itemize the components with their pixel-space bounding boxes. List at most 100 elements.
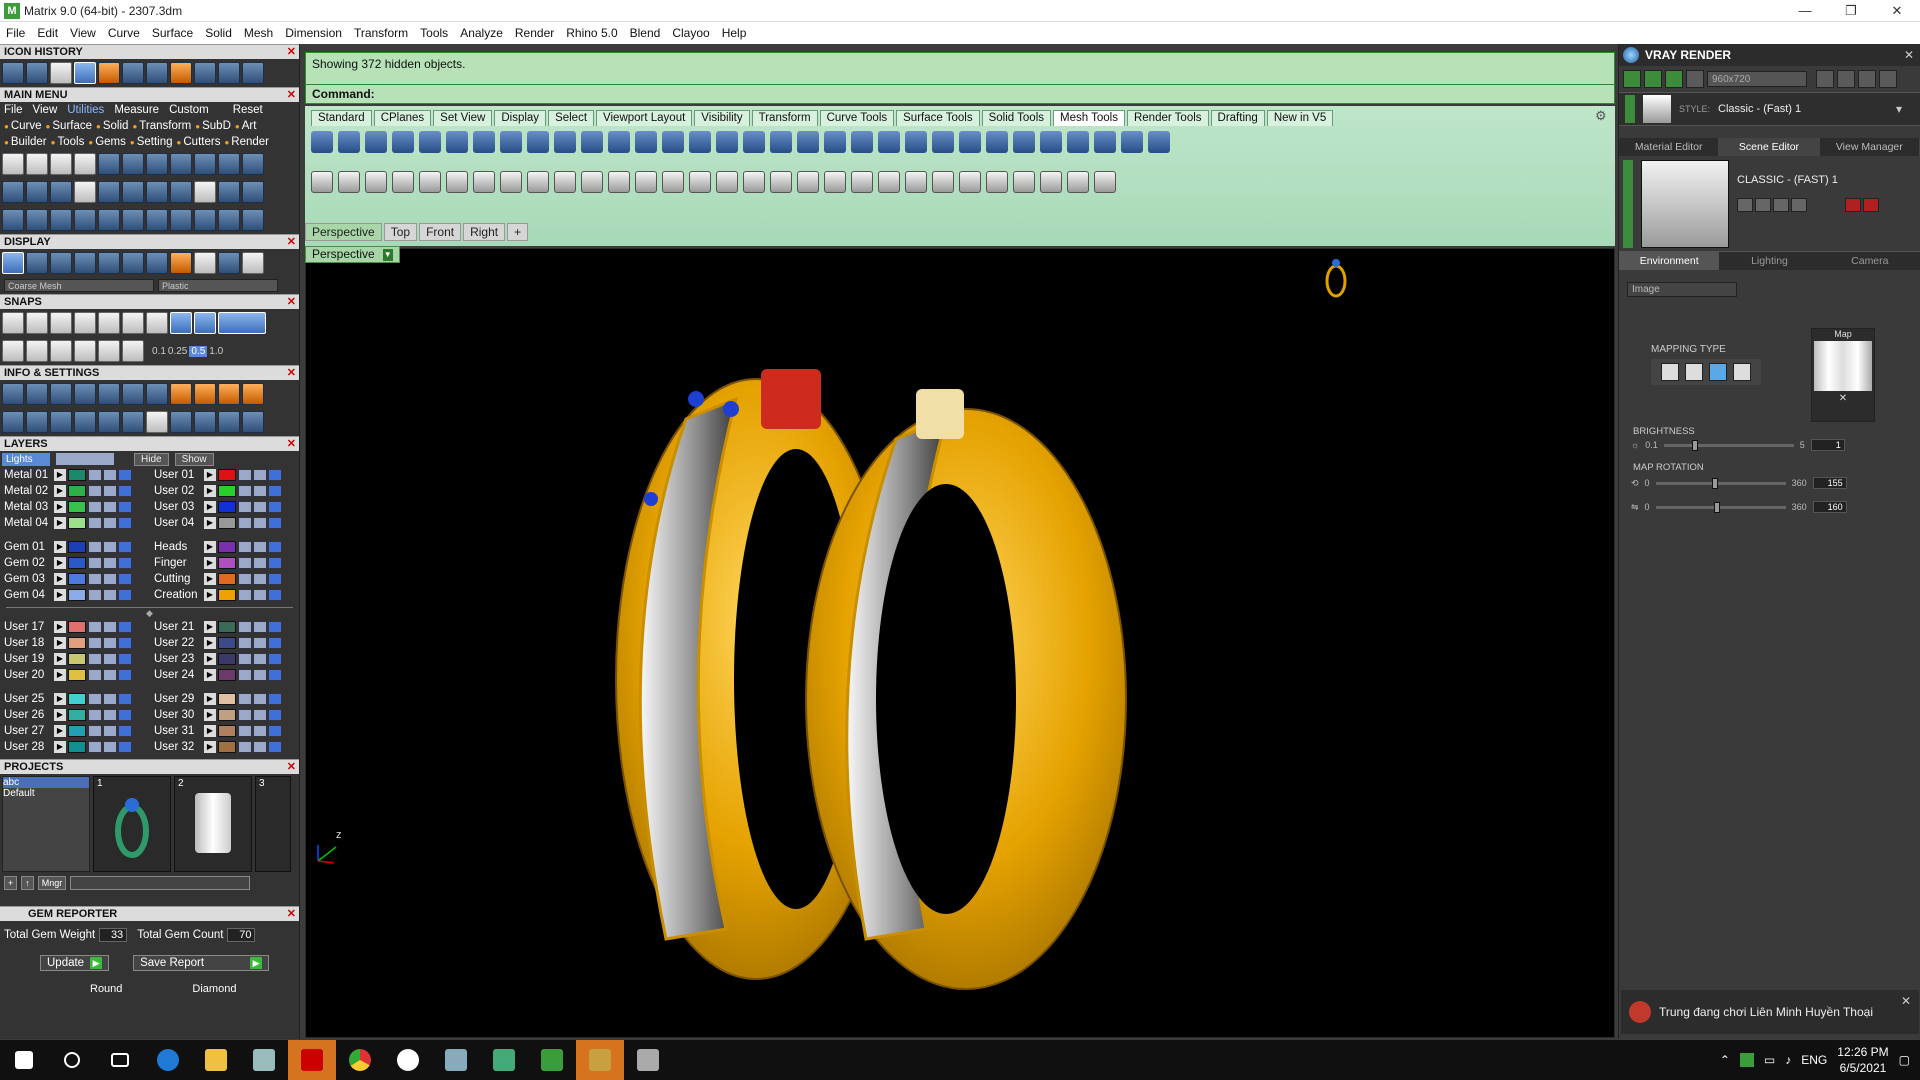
lock-toggle[interactable] [103, 637, 117, 649]
layer-color-swatch[interactable] [68, 557, 86, 569]
mm-file[interactable]: File [4, 104, 23, 116]
standard-tool-icon[interactable] [851, 171, 873, 193]
layer-toggle[interactable] [268, 621, 282, 633]
mesh-tool-icon[interactable] [338, 131, 360, 153]
project-slot-3[interactable]: 3 [255, 776, 291, 872]
chevron-down-icon[interactable]: ▼ [382, 248, 393, 261]
planar-mapping-icon[interactable] [1661, 363, 1679, 381]
material-sphere-icon[interactable] [170, 252, 192, 274]
expand-arrow-icon[interactable]: ▶ [54, 725, 66, 737]
mesh-tool-icon[interactable] [689, 131, 711, 153]
tab-front[interactable]: Front [419, 223, 462, 241]
lock-toggle[interactable] [103, 589, 117, 601]
project-item[interactable]: abc [3, 777, 89, 788]
toolbar-tab[interactable]: Surface Tools [896, 110, 980, 126]
box-mapping-icon[interactable] [1685, 363, 1703, 381]
tool-icon[interactable] [194, 62, 216, 84]
layer-toggle[interactable] [268, 501, 282, 513]
visibility-toggle[interactable] [88, 653, 102, 665]
layer-toggle[interactable] [268, 669, 282, 681]
mm-transform[interactable]: Transform [132, 120, 191, 132]
layer-row[interactable]: User 03 ▶ [152, 499, 299, 515]
layer-toggle[interactable] [118, 741, 132, 753]
minimize-button[interactable]: — [1782, 0, 1828, 22]
tool-icon[interactable] [74, 181, 96, 203]
app-button[interactable] [288, 1040, 336, 1080]
display-mode-icon[interactable] [50, 252, 72, 274]
layer-row[interactable]: Gem 04 ▶ [2, 587, 152, 603]
standard-tool-icon[interactable] [1013, 171, 1035, 193]
expand-arrow-icon[interactable]: ▶ [54, 637, 66, 649]
side-tab[interactable] [1623, 160, 1633, 248]
mesh-tool-icon[interactable] [473, 131, 495, 153]
layer-row[interactable]: User 25 ▶ [2, 691, 152, 707]
tool-icon[interactable] [218, 383, 240, 405]
tool-icon[interactable] [50, 62, 72, 84]
menu-analyze[interactable]: Analyze [460, 26, 503, 40]
layer-color-swatch[interactable] [68, 589, 86, 601]
tool-icon[interactable] [50, 181, 72, 203]
layer-color-swatch[interactable] [218, 469, 236, 481]
project-item[interactable]: Default [3, 788, 89, 799]
tool-icon[interactable] [146, 153, 168, 175]
standard-tool-icon[interactable] [986, 171, 1008, 193]
tool-icon[interactable] [74, 209, 96, 231]
tab-material-editor[interactable]: Material Editor [1619, 138, 1720, 156]
expand-arrow-icon[interactable]: ▶ [204, 501, 216, 513]
mesh-tool-icon[interactable] [797, 131, 819, 153]
layer-toggle[interactable] [268, 541, 282, 553]
tab-lighting[interactable]: Lighting [1719, 252, 1820, 270]
visibility-toggle[interactable] [88, 669, 102, 681]
standard-tool-icon[interactable] [554, 171, 576, 193]
layer-color-swatch[interactable] [68, 469, 86, 481]
lights-layer[interactable]: Lights [2, 452, 50, 466]
tool-icon[interactable] [26, 153, 48, 175]
tool-icon[interactable] [146, 181, 168, 203]
rotation-value-2[interactable]: 160 [1812, 501, 1847, 513]
toolbar-tab[interactable]: Solid Tools [981, 110, 1051, 126]
snap-icon[interactable] [98, 312, 120, 334]
scene-tool-icon[interactable] [1773, 198, 1789, 212]
layer-row[interactable]: Metal 02 ▶ [2, 483, 152, 499]
tool-icon[interactable] [74, 411, 96, 433]
mesh-tool-icon[interactable] [851, 131, 873, 153]
mesh-tool-icon[interactable] [581, 131, 603, 153]
mesh-tool-icon[interactable] [743, 131, 765, 153]
mesh-tool-icon[interactable] [1040, 131, 1062, 153]
snap-icon[interactable] [122, 340, 144, 362]
snap-value-025[interactable]: 0.25 [168, 346, 187, 357]
add-project-icon[interactable]: + [4, 876, 18, 890]
standard-tool-icon[interactable] [932, 171, 954, 193]
visibility-toggle[interactable] [238, 573, 252, 585]
close-icon[interactable]: ✕ [287, 235, 296, 250]
layer-color-swatch[interactable] [218, 517, 236, 529]
mesh-tool-icon[interactable] [635, 131, 657, 153]
mesh-tool-icon[interactable] [1013, 131, 1035, 153]
layer-toggle[interactable] [118, 621, 132, 633]
tab-environment[interactable]: Environment [1619, 252, 1720, 270]
standard-tool-icon[interactable] [392, 171, 414, 193]
mesh-tool-icon[interactable] [932, 131, 954, 153]
expand-arrow-icon[interactable]: ▶ [204, 541, 216, 553]
app-button[interactable] [624, 1040, 672, 1080]
material-sphere-icon[interactable] [194, 252, 216, 274]
snap-icon[interactable] [2, 340, 24, 362]
mm-cutters[interactable]: Cutters [177, 136, 220, 148]
volume-icon[interactable]: ♪ [1785, 1053, 1791, 1067]
tool-icon[interactable] [242, 181, 264, 203]
tool-icon[interactable] [50, 209, 72, 231]
lock-toggle[interactable] [253, 517, 267, 529]
layer-color-swatch[interactable] [68, 517, 86, 529]
app-button[interactable] [432, 1040, 480, 1080]
brightness-slider[interactable]: ☼ 0.1 5 1 [1631, 438, 1913, 452]
mm-art[interactable]: Art [235, 120, 257, 132]
tool-icon[interactable] [170, 209, 192, 231]
close-icon[interactable]: ✕ [287, 437, 296, 452]
visibility-toggle[interactable] [238, 693, 252, 705]
layer-row[interactable]: User 20 ▶ [2, 667, 152, 683]
toolbar-tab[interactable]: Set View [433, 110, 493, 126]
layer-color-swatch[interactable] [218, 501, 236, 513]
menu-transform[interactable]: Transform [354, 26, 408, 40]
standard-tool-icon[interactable] [824, 171, 846, 193]
layer-row[interactable]: Metal 01 ▶ [2, 467, 152, 483]
